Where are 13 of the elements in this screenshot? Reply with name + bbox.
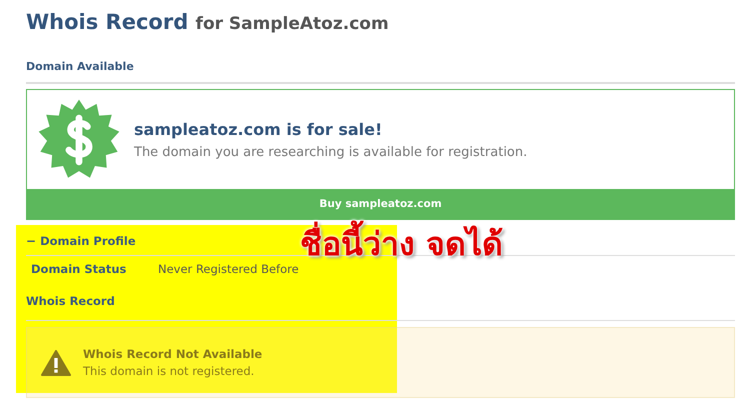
notice-title: Whois Record Not Available: [83, 347, 262, 361]
warning-icon: [41, 350, 71, 376]
section-label: Domain Available: [26, 60, 134, 73]
sale-description: The domain you are researching is available for registration.: [134, 144, 528, 160]
sale-headline: sampleatoz.com is for sale!: [134, 120, 384, 138]
page-subtitle: for SampleAtoz.com: [196, 14, 389, 34]
section-heading: Whois Record: [26, 294, 115, 308]
notice-message: This domain is not registered.: [83, 364, 256, 378]
field-value: Never Registered Before: [158, 262, 299, 276]
page-title: Whois Record: [26, 10, 188, 34]
collapse-toggle[interactable]: −: [26, 234, 36, 248]
section-heading: Domain Profile: [40, 234, 136, 248]
field-label: Domain Status: [31, 262, 128, 276]
